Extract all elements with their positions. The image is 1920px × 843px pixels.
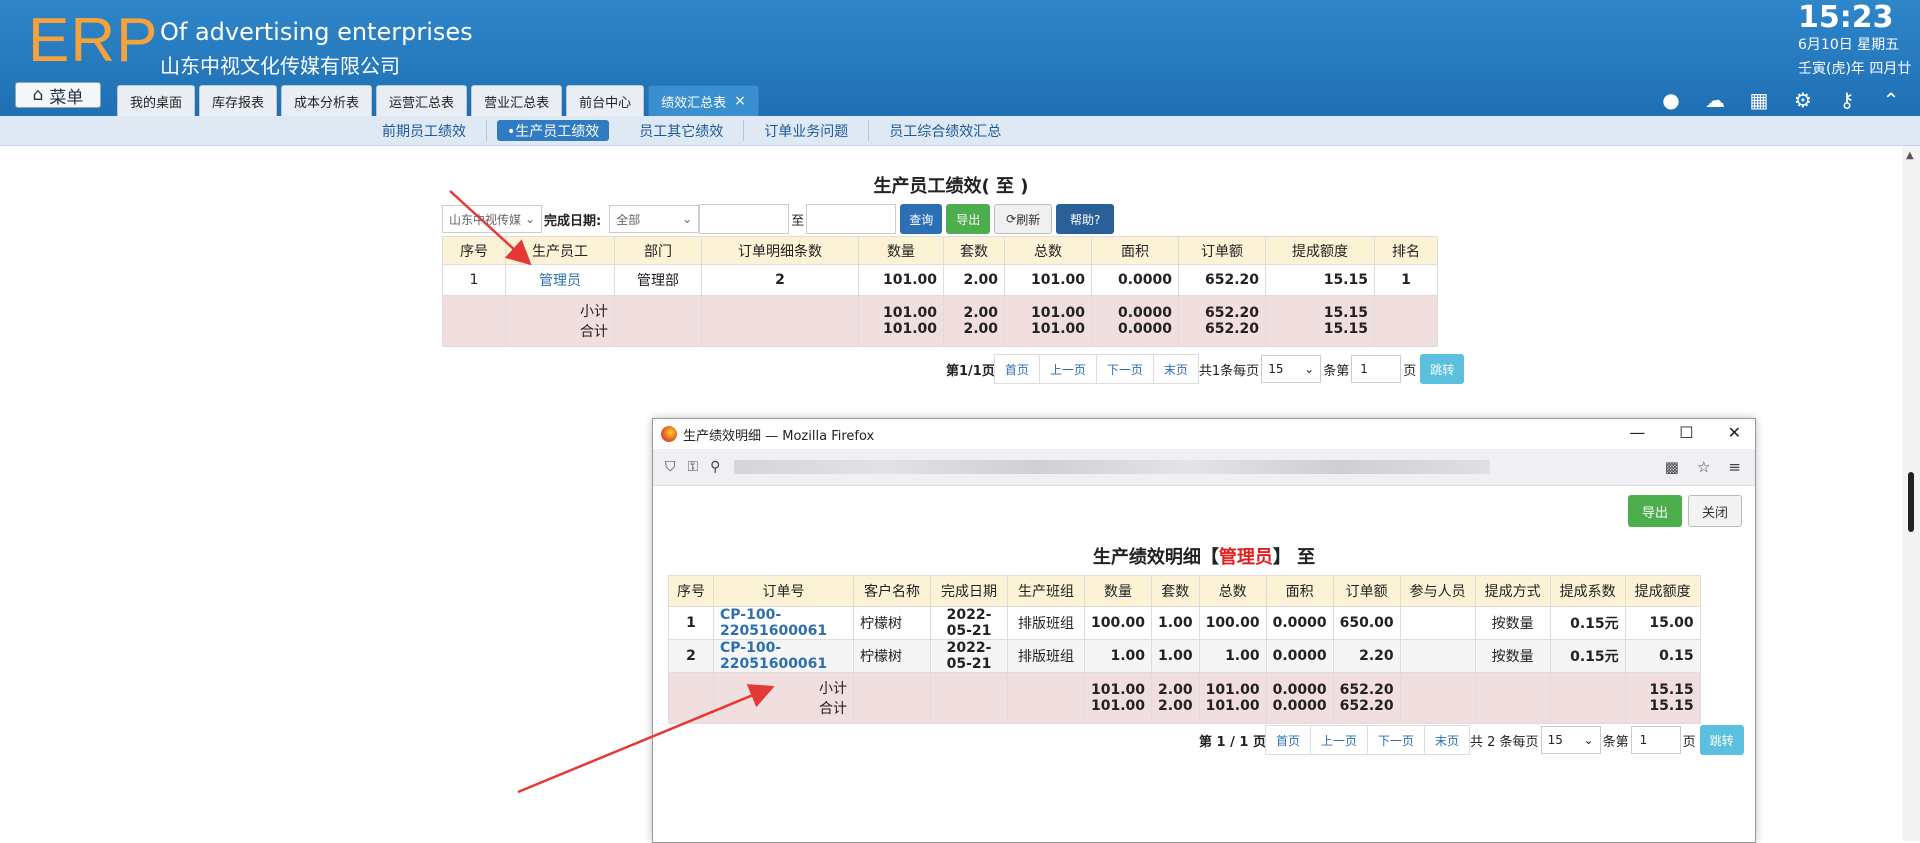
arrow-to-summary — [517, 684, 775, 794]
arrow-to-employee — [449, 190, 532, 266]
annotation-arrows — [449, 190, 775, 794]
